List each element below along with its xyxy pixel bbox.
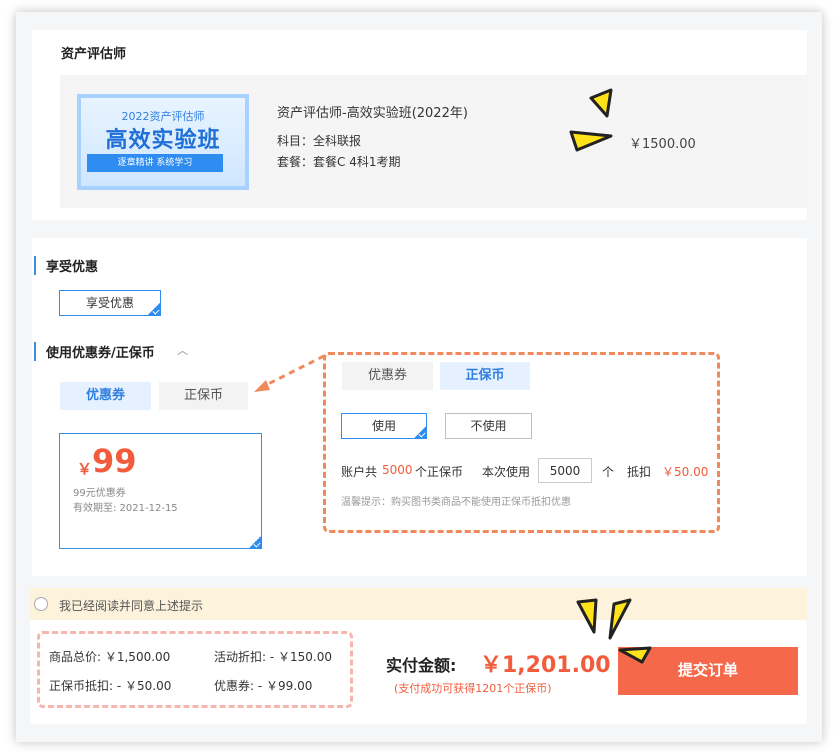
pay-label: 实付金额: <box>386 656 457 675</box>
tab-coupon[interactable]: 优惠券 <box>60 382 151 410</box>
use-coin-option[interactable]: 使用 <box>341 413 427 439</box>
deduct-label: 抵扣 <box>627 465 652 479</box>
coupon-card[interactable]: ￥ 99 99元优惠券 有效期至: 2021-12-15 <box>59 433 262 549</box>
coin-amount-input[interactable] <box>538 458 592 483</box>
callout-tab-coupon[interactable]: 优惠券 <box>342 362 433 390</box>
account-suffix: 个正保币 <box>415 465 464 479</box>
coupon-validity: 有效期至: 2021-12-15 <box>73 503 178 514</box>
check-corner-icon <box>147 302 161 316</box>
check-corner-icon <box>413 425 427 439</box>
sparkle-icon <box>569 88 613 152</box>
not-use-coin-option[interactable]: 不使用 <box>445 413 532 439</box>
coupon-deduction: 优惠券: - ￥99.00 <box>214 679 313 693</box>
thumbnail-banner-text: 逐章精讲 系统学习 <box>87 154 223 172</box>
product-subject: 科目：全科联报 <box>277 134 362 148</box>
product-section-title: 资产评估师 <box>61 47 127 62</box>
agreement-radio[interactable] <box>34 597 48 611</box>
enjoy-discount-option[interactable]: 享受优惠 <box>59 290 161 316</box>
use-prefix: 本次使用 <box>482 465 531 479</box>
tab-zhengbao-coin[interactable]: 正保币 <box>159 382 248 410</box>
enjoy-discount-label: 享受优惠 <box>85 296 134 310</box>
product-name: 资产评估师-高效实验班(2022年) <box>277 106 468 121</box>
product-thumbnail: 2022资产评估师 高效实验班 逐章精讲 系统学习 <box>77 94 249 190</box>
check-corner-icon <box>248 535 262 549</box>
coupon-description: 99元优惠券 <box>73 488 126 499</box>
discount-section-title: 享受优惠 <box>34 256 98 275</box>
activity-discount: 活动折扣: - ￥150.00 <box>214 650 332 664</box>
not-use-coin-label: 不使用 <box>470 419 507 433</box>
account-balance: 5000 <box>382 463 413 477</box>
product-package: 套餐：套餐C 4科1考期 <box>277 155 401 169</box>
pay-note: (支付成功可获得1201个正保币) <box>394 682 552 695</box>
deduct-value: ￥50.00 <box>662 465 709 479</box>
use-unit: 个 <box>602 465 615 479</box>
thumbnail-title-text: 高效实验班 <box>105 128 221 153</box>
agreement-text[interactable]: 我已经阅读并同意上述提示 <box>59 597 203 614</box>
use-coin-label: 使用 <box>371 419 396 433</box>
account-prefix: 账户共 <box>341 465 378 479</box>
coupon-amount: 99 <box>92 442 137 480</box>
price-summary-box <box>37 631 353 708</box>
goods-total: 商品总价: ￥1,500.00 <box>49 650 171 664</box>
chevron-up-icon[interactable]: ︿ <box>177 342 188 358</box>
product-price: ￥1500.00 <box>629 137 696 152</box>
coin-tip: 温馨提示：购买图书类商品不能使用正保币抵扣优惠 <box>341 497 571 508</box>
coupon-section-title: 使用优惠券/正保币 <box>34 342 155 361</box>
callout-tab-coin[interactable]: 正保币 <box>440 362 530 390</box>
coupon-currency: ￥ <box>77 460 93 478</box>
callout-arrow-icon <box>254 354 325 392</box>
sparkle-icon <box>576 598 652 664</box>
coin-deduction: 正保币抵扣: - ￥50.00 <box>49 679 172 693</box>
